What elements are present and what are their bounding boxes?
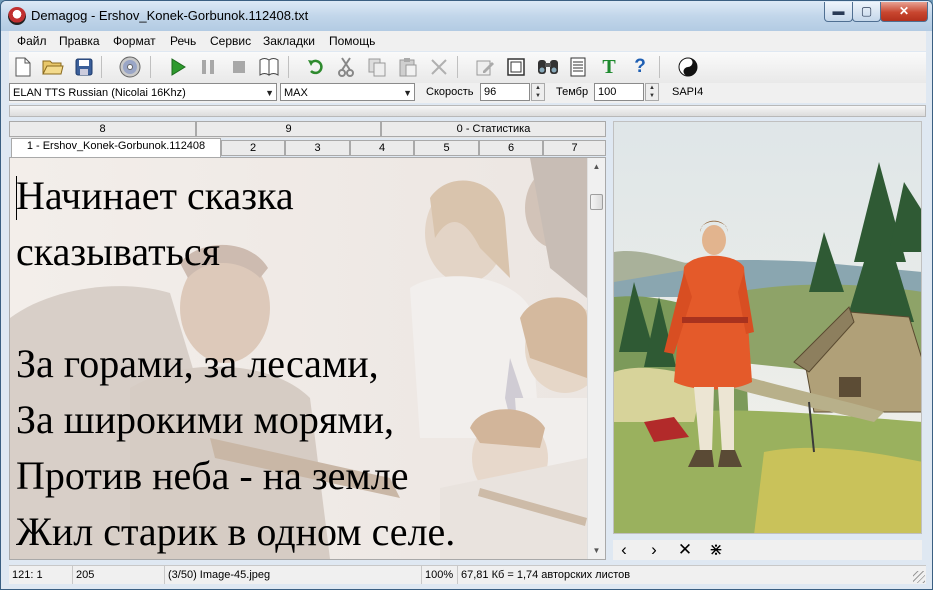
menu-file[interactable]: Файл xyxy=(17,34,47,48)
voice-engine-value: ELAN TTS Russian (Nicolai 16Khz) xyxy=(13,87,186,99)
tab-2[interactable]: 2 xyxy=(221,140,285,156)
yin-yang-icon[interactable] xyxy=(676,56,700,78)
menu-bookmarks[interactable]: Закладки xyxy=(263,34,315,48)
window-title: Demagog - Ershov_Konek-Gorbunok.112408.t… xyxy=(31,8,309,23)
menu-service[interactable]: Сервис xyxy=(210,34,251,48)
toolbar-separator xyxy=(150,56,151,78)
delete-icon[interactable] xyxy=(427,56,451,78)
tab-1-document[interactable]: 1 - Ershov_Konek-Gorbunok.112408 xyxy=(11,138,221,158)
text-editor[interactable]: Начинает сказка сказываться За горами, з… xyxy=(9,157,606,560)
voice-preset-select[interactable]: MAX ▼ xyxy=(280,83,415,101)
tab-8[interactable]: 8 xyxy=(9,121,196,137)
close-button[interactable]: ✕ xyxy=(880,2,928,22)
timbre-spinner[interactable]: ▲ ▼ xyxy=(645,83,659,101)
frame-icon[interactable] xyxy=(504,56,528,78)
speed-input[interactable]: 96 xyxy=(480,83,530,101)
delete-image-button[interactable]: ✕ xyxy=(674,540,696,560)
delete-all-images-button[interactable]: ⋇ xyxy=(705,540,727,560)
save-icon[interactable] xyxy=(72,56,96,78)
toolbar-separator xyxy=(101,56,102,78)
find-icon[interactable] xyxy=(536,56,560,78)
resize-grip[interactable] xyxy=(913,571,925,583)
menu-format[interactable]: Формат xyxy=(113,34,156,48)
editor-text: Начинает сказка сказываться За горами, з… xyxy=(16,168,456,559)
edit-icon[interactable] xyxy=(473,56,497,78)
voice-preset-value: MAX xyxy=(284,87,308,99)
api-label: SAPI4 xyxy=(672,86,704,98)
copy-icon[interactable] xyxy=(365,56,389,78)
tab-4[interactable]: 4 xyxy=(350,140,414,156)
tab-row-top: 8 9 0 - Статистика xyxy=(9,121,606,138)
status-current-image: (3/50) Image-45.jpeg xyxy=(165,566,422,584)
menu-edit[interactable]: Правка xyxy=(59,34,100,48)
tab-9[interactable]: 9 xyxy=(196,121,381,137)
tab-6[interactable]: 6 xyxy=(479,140,543,156)
text-icon[interactable]: T xyxy=(597,56,621,78)
text-line: Начинает сказка xyxy=(16,173,294,218)
book-icon[interactable] xyxy=(257,56,281,78)
status-zoom: 100% xyxy=(422,566,458,584)
maximize-button[interactable]: ▢ xyxy=(852,2,881,22)
menu-help[interactable]: Помощь xyxy=(329,34,375,48)
scroll-down-icon[interactable]: ▼ xyxy=(588,542,605,559)
text-line: За горами, за лесами, xyxy=(16,341,379,386)
timbre-input[interactable]: 100 xyxy=(594,83,644,101)
cut-icon[interactable] xyxy=(334,56,358,78)
scroll-up-icon[interactable]: ▲ xyxy=(588,158,605,175)
paste-icon[interactable] xyxy=(396,56,420,78)
stop-icon[interactable] xyxy=(227,56,251,78)
toolbar-separator xyxy=(659,56,660,78)
new-file-icon[interactable] xyxy=(11,56,35,78)
toolbar: T ? xyxy=(9,52,926,84)
tab-3[interactable]: 3 xyxy=(285,140,350,156)
text-line: Жил старик в одном селе. xyxy=(16,509,456,554)
tab-row-bottom: 2 3 4 5 6 7 1 - Ershov_Konek-Gorbunok.11… xyxy=(9,138,606,158)
editor-scrollbar[interactable]: ▲ ▼ xyxy=(587,158,605,559)
tab-statistics[interactable]: 0 - Статистика xyxy=(381,121,606,137)
previous-image-button[interactable]: ‹ xyxy=(613,540,635,560)
image-navigation: ‹ › ✕ ⋇ xyxy=(613,540,922,560)
speed-spinner[interactable]: ▲ ▼ xyxy=(531,83,545,101)
text-line xyxy=(16,280,455,336)
menu-bar: Файл Правка Формат Речь Сервис Закладки … xyxy=(9,31,926,51)
toolbar-separator xyxy=(288,56,289,78)
app-icon[interactable] xyxy=(8,7,26,25)
speed-label: Скорость xyxy=(426,86,474,98)
pause-icon[interactable] xyxy=(196,56,220,78)
cd-icon[interactable] xyxy=(118,56,142,78)
chevron-down-icon[interactable]: ▼ xyxy=(403,84,412,102)
reading-progress-bar xyxy=(9,105,926,117)
status-line-count: 205 xyxy=(73,566,165,584)
next-image-button[interactable]: › xyxy=(643,540,665,560)
app-window: Demagog - Ershov_Konek-Gorbunok.112408.t… xyxy=(0,0,933,590)
text-line: сказываться xyxy=(16,229,220,274)
text-line: За широкими морями, xyxy=(16,397,394,442)
text-line: Против неба - на земле xyxy=(16,453,409,498)
status-file-size: 67,81 Кб = 1,74 авторских листов xyxy=(461,569,631,581)
status-cursor-position: 121: 1 xyxy=(9,566,73,584)
tab-5[interactable]: 5 xyxy=(414,140,479,156)
timbre-label: Тембр xyxy=(556,86,589,98)
title-bar[interactable]: Demagog - Ershov_Konek-Gorbunok.112408.t… xyxy=(1,1,932,31)
scroll-thumb[interactable] xyxy=(590,194,603,210)
status-bar: 121: 1 205 (3/50) Image-45.jpeg 100% 67,… xyxy=(9,565,926,584)
chevron-down-icon[interactable]: ▼ xyxy=(265,84,274,102)
illustration-panel xyxy=(613,121,922,534)
voice-engine-select[interactable]: ELAN TTS Russian (Nicolai 16Khz) ▼ xyxy=(9,83,277,101)
undo-icon[interactable] xyxy=(304,56,328,78)
open-folder-icon[interactable] xyxy=(41,56,65,78)
minimize-button[interactable]: ▬ xyxy=(824,2,853,22)
help-icon[interactable]: ? xyxy=(628,56,652,78)
toolbar-separator xyxy=(457,56,458,78)
menu-speech[interactable]: Речь xyxy=(170,34,196,48)
tab-7[interactable]: 7 xyxy=(543,140,606,156)
play-icon[interactable] xyxy=(166,56,190,78)
document-icon[interactable] xyxy=(566,56,590,78)
voice-settings-bar: ELAN TTS Russian (Nicolai 16Khz) ▼ MAX ▼… xyxy=(9,83,926,103)
